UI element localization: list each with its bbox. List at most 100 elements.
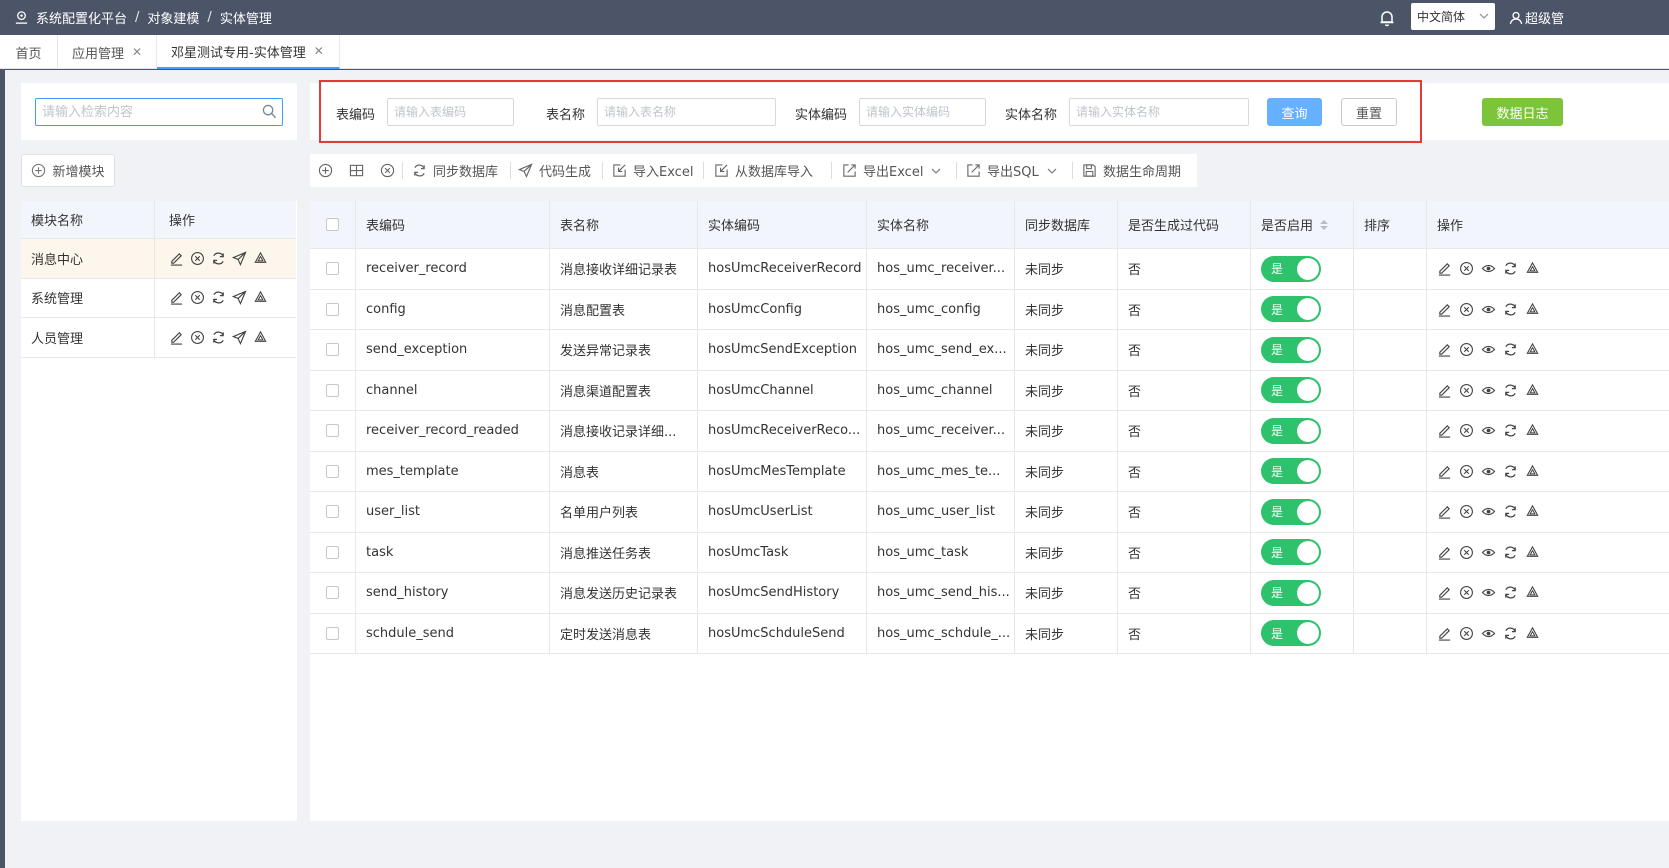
bell-icon[interactable] — [1378, 9, 1396, 27]
enabled-toggle[interactable]: 是 — [1261, 579, 1321, 606]
recycle-icon[interactable] — [1525, 302, 1540, 317]
eye-icon[interactable] — [1481, 626, 1496, 641]
user-menu[interactable]: 超级管 — [1509, 0, 1564, 35]
delete-icon[interactable] — [380, 154, 401, 187]
add-icon[interactable] — [318, 154, 339, 187]
breadcrumb-item[interactable]: 系统配置化平台 — [36, 8, 127, 27]
eye-icon[interactable] — [1481, 302, 1496, 317]
edit-icon[interactable] — [1437, 626, 1452, 641]
enabled-toggle[interactable]: 是 — [1261, 336, 1321, 363]
edit-icon[interactable] — [1437, 585, 1452, 600]
refresh-icon[interactable] — [1503, 464, 1518, 479]
refresh-icon[interactable] — [1503, 626, 1518, 641]
edit-icon[interactable] — [169, 330, 184, 345]
search-input[interactable] — [36, 99, 246, 125]
refresh-icon[interactable] — [1503, 545, 1518, 560]
enabled-toggle[interactable]: 是 — [1261, 539, 1321, 566]
eye-icon[interactable] — [1481, 585, 1496, 600]
tab-entity-management[interactable]: 邓星测试专用-实体管理 ✕ — [157, 35, 340, 69]
delete-icon[interactable] — [1459, 261, 1474, 276]
module-row[interactable]: 人员管理 — [21, 318, 296, 358]
delete-icon[interactable] — [1459, 504, 1474, 519]
recycle-icon[interactable] — [1525, 626, 1540, 641]
breadcrumb-item[interactable]: 对象建模 — [147, 8, 199, 27]
data-log-button[interactable]: 数据日志 — [1482, 98, 1563, 126]
recycle-icon[interactable] — [1525, 342, 1540, 357]
close-icon[interactable]: ✕ — [314, 44, 324, 58]
edit-icon[interactable] — [1437, 504, 1452, 519]
header-enabled[interactable]: 是否启用 — [1251, 201, 1354, 248]
recycle-icon[interactable] — [1525, 464, 1540, 479]
refresh-icon[interactable] — [1503, 342, 1518, 357]
entity-code-input[interactable] — [860, 99, 985, 125]
lifecycle-button[interactable]: 数据生命周期 — [1082, 154, 1181, 187]
eye-icon[interactable] — [1481, 423, 1496, 438]
code-gen-button[interactable]: 代码生成 — [518, 154, 591, 187]
sync-db-button[interactable]: 同步数据库 — [412, 154, 498, 187]
table-code-field[interactable] — [387, 98, 514, 126]
entity-code-field[interactable] — [859, 98, 986, 126]
delete-icon[interactable] — [1459, 302, 1474, 317]
delete-icon[interactable] — [1459, 545, 1474, 560]
recycle-icon[interactable] — [253, 330, 268, 345]
send-icon[interactable] — [232, 290, 247, 306]
search-icon[interactable] — [262, 104, 277, 123]
enabled-toggle[interactable]: 是 — [1261, 255, 1321, 282]
tab-home[interactable]: 首页 — [0, 35, 58, 69]
recycle-icon[interactable] — [1525, 261, 1540, 276]
delete-icon[interactable] — [1459, 464, 1474, 479]
edit-icon[interactable] — [1437, 342, 1452, 357]
recycle-icon[interactable] — [253, 251, 268, 266]
enabled-toggle[interactable]: 是 — [1261, 296, 1321, 323]
recycle-icon[interactable] — [1525, 504, 1540, 519]
row-checkbox[interactable] — [326, 586, 339, 600]
import-db-button[interactable]: 从数据库导入 — [714, 154, 813, 187]
entity-name-field[interactable] — [1069, 98, 1249, 126]
row-checkbox[interactable] — [326, 343, 339, 357]
module-row[interactable]: 消息中心 — [21, 239, 296, 279]
eye-icon[interactable] — [1481, 342, 1496, 357]
delete-icon[interactable] — [1459, 383, 1474, 398]
export-sql-button[interactable]: 导出SQL — [966, 154, 1057, 187]
edit-icon[interactable] — [169, 290, 184, 305]
recycle-icon[interactable] — [1525, 383, 1540, 398]
export-excel-button[interactable]: 导出Excel — [842, 154, 941, 187]
delete-icon[interactable] — [190, 330, 205, 345]
edit-icon[interactable] — [1437, 464, 1452, 479]
delete-icon[interactable] — [1459, 423, 1474, 438]
enabled-toggle[interactable]: 是 — [1261, 377, 1321, 404]
row-checkbox[interactable] — [326, 626, 339, 640]
delete-icon[interactable] — [1459, 342, 1474, 357]
row-checkbox[interactable] — [326, 383, 339, 397]
sort-icon[interactable] — [1319, 218, 1329, 232]
recycle-icon[interactable] — [1525, 545, 1540, 560]
delete-icon[interactable] — [1459, 626, 1474, 641]
refresh-icon[interactable] — [211, 330, 226, 345]
enabled-toggle[interactable]: 是 — [1261, 417, 1321, 444]
refresh-icon[interactable] — [1503, 302, 1518, 317]
eye-icon[interactable] — [1481, 464, 1496, 479]
edit-icon[interactable] — [1437, 383, 1452, 398]
enabled-toggle[interactable]: 是 — [1261, 458, 1321, 485]
language-select[interactable]: 中文简体 — [1411, 3, 1495, 30]
table-name-input[interactable] — [598, 99, 775, 125]
delete-icon[interactable] — [190, 251, 205, 266]
select-all-checkbox[interactable] — [326, 218, 339, 231]
eye-icon[interactable] — [1481, 261, 1496, 276]
table-name-field[interactable] — [597, 98, 776, 126]
query-button[interactable]: 查询 — [1267, 98, 1322, 126]
row-checkbox[interactable] — [326, 302, 339, 316]
send-icon[interactable] — [232, 251, 247, 266]
refresh-icon[interactable] — [211, 251, 226, 266]
edit-icon[interactable] — [169, 251, 184, 266]
module-search[interactable] — [35, 98, 283, 126]
enabled-toggle[interactable]: 是 — [1261, 620, 1321, 647]
recycle-icon[interactable] — [253, 290, 268, 305]
refresh-icon[interactable] — [211, 290, 226, 305]
edit-icon[interactable] — [1437, 545, 1452, 560]
row-checkbox[interactable] — [326, 424, 339, 438]
reset-button[interactable]: 重置 — [1341, 98, 1397, 126]
eye-icon[interactable] — [1481, 504, 1496, 519]
refresh-icon[interactable] — [1503, 585, 1518, 600]
grid-icon[interactable] — [349, 154, 370, 187]
